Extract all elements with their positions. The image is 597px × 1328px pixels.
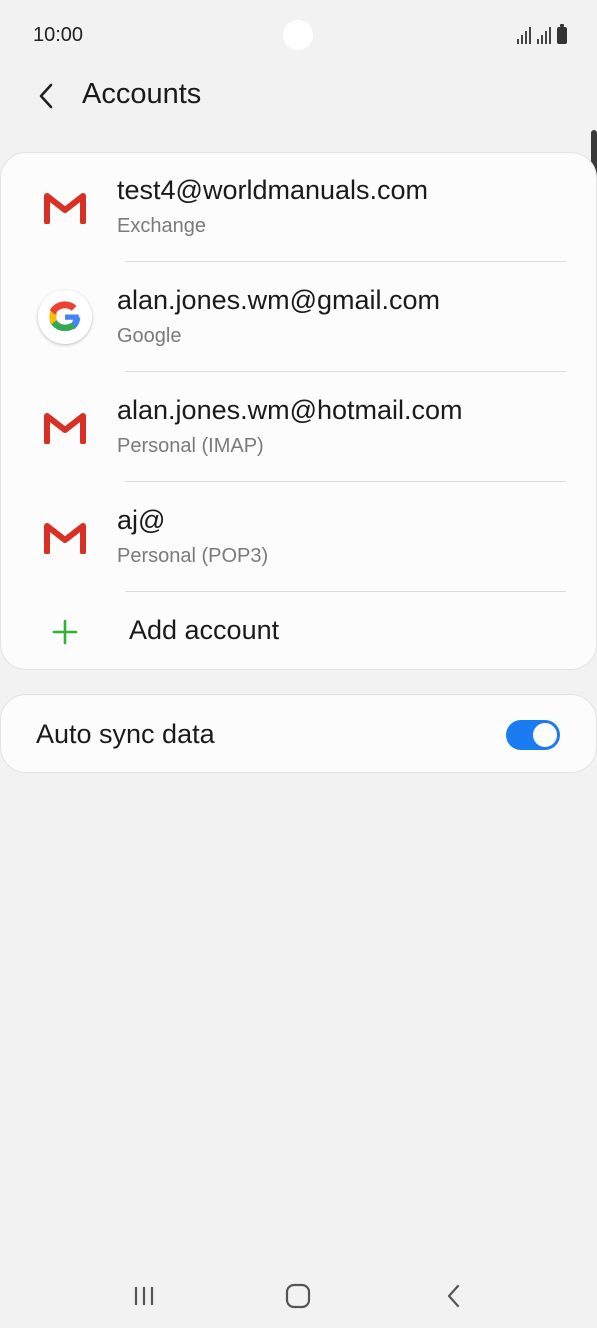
home-button[interactable] <box>278 1278 318 1314</box>
account-row-imap[interactable]: alan.jones.wm@hotmail.com Personal (IMAP… <box>1 373 597 483</box>
account-row-google[interactable]: alan.jones.wm@gmail.com Google <box>1 263 597 373</box>
toggle-knob <box>532 722 558 748</box>
account-type: Personal (POP3) <box>117 545 269 567</box>
divider <box>125 261 566 262</box>
account-row-pop3[interactable]: aj@ Personal (POP3) <box>1 483 597 593</box>
status-time: 10:00 <box>33 24 84 46</box>
auto-sync-label: Auto sync data <box>36 719 215 749</box>
gmail-icon <box>37 509 93 565</box>
recent-apps-button[interactable] <box>124 1278 164 1314</box>
signal-icon <box>537 26 551 44</box>
divider <box>125 481 566 482</box>
page-title: Accounts <box>82 78 202 110</box>
account-email: alan.jones.wm@gmail.com <box>117 285 441 315</box>
divider <box>125 371 566 372</box>
gmail-icon <box>37 179 93 235</box>
app-header: Accounts <box>0 68 597 124</box>
auto-sync-card: Auto sync data <box>0 694 597 773</box>
account-email: alan.jones.wm@hotmail.com <box>117 395 463 425</box>
status-bar: 10:00 <box>0 0 597 68</box>
signal-icon <box>517 26 531 44</box>
recent-apps-icon <box>134 1287 154 1305</box>
chevron-left-icon <box>39 83 53 109</box>
auto-sync-toggle[interactable] <box>506 720 560 750</box>
account-email: aj@ <box>117 505 166 535</box>
divider <box>125 591 566 592</box>
account-email: test4@worldmanuals.com <box>117 175 429 205</box>
navigation-bar <box>0 1262 597 1328</box>
account-type: Google <box>117 325 182 347</box>
home-icon <box>285 1283 311 1309</box>
account-row-exchange[interactable]: test4@worldmanuals.com Exchange <box>1 153 597 263</box>
plus-icon <box>52 619 78 645</box>
camera-cutout <box>283 20 313 50</box>
battery-icon <box>557 24 567 44</box>
back-button[interactable] <box>30 76 62 116</box>
account-type: Personal (IMAP) <box>117 435 264 457</box>
status-icons <box>517 24 567 44</box>
add-account-button[interactable]: Add account <box>1 593 597 671</box>
account-type: Exchange <box>117 215 206 237</box>
add-account-label: Add account <box>129 615 280 645</box>
back-icon <box>447 1284 460 1308</box>
google-icon <box>37 289 93 345</box>
gmail-icon <box>37 399 93 455</box>
accounts-card: test4@worldmanuals.com Exchange alan.jon… <box>0 152 597 670</box>
nav-back-button[interactable] <box>434 1278 474 1314</box>
